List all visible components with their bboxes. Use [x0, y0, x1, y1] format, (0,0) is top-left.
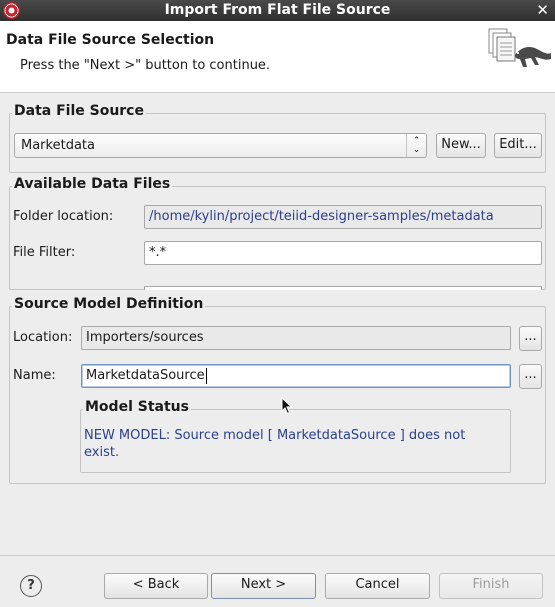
edit-button[interactable]: Edit... — [494, 133, 542, 158]
footer-separator — [0, 555, 555, 556]
title-bar: Import From Flat File Source ✕ — [0, 0, 555, 21]
available-data-files-group — [9, 186, 546, 290]
page-title: Data File Source Selection — [6, 32, 215, 48]
location-browse-button[interactable]: ... — [519, 326, 542, 351]
next-button[interactable]: Next > — [211, 573, 316, 599]
mouse-pointer-icon — [281, 397, 293, 415]
window-title: Import From Flat File Source — [164, 2, 391, 18]
page-description: Press the "Next >" button to continue. — [20, 58, 271, 73]
back-button[interactable]: < Back — [104, 573, 208, 599]
finish-button[interactable]: Finish — [439, 573, 543, 599]
wizard-header: Data File Source Selection Press the "Ne… — [0, 21, 555, 93]
name-label: Name: — [13, 368, 56, 383]
model-status-label: Model Status — [83, 399, 191, 415]
available-data-files-label: Available Data Files — [12, 176, 173, 192]
file-list-top-edge — [144, 286, 542, 290]
location-label: Location: — [13, 330, 73, 345]
model-status-message: NEW MODEL: Source model [ MarketdataSour… — [84, 428, 466, 460]
location-field[interactable]: Importers/sources — [81, 326, 511, 350]
new-button[interactable]: New... — [436, 133, 486, 158]
close-icon[interactable]: ✕ — [536, 1, 549, 19]
folder-location-label: Folder location: — [13, 209, 114, 224]
up-down-arrows-icon: ⌃ ⌄ — [406, 134, 426, 157]
file-filter-field[interactable]: *.* — [144, 241, 542, 265]
name-browse-button[interactable]: ... — [519, 364, 542, 389]
data-source-selected-value: Marketdata — [21, 138, 95, 153]
data-file-source-label: Data File Source — [12, 103, 146, 119]
wizard-banner-icon — [488, 28, 551, 67]
data-source-select[interactable]: Marketdata ⌃ ⌄ — [14, 133, 427, 158]
cancel-button[interactable]: Cancel — [325, 573, 430, 599]
text-caret — [206, 368, 207, 384]
folder-location-field[interactable]: /home/kylin/project/teiid-designer-sampl… — [144, 205, 542, 229]
model-name-field[interactable]: MarketdataSource — [81, 364, 511, 388]
help-icon[interactable]: ? — [20, 575, 42, 597]
source-model-definition-label: Source Model Definition — [12, 296, 206, 312]
file-filter-label: File Filter: — [13, 245, 76, 260]
